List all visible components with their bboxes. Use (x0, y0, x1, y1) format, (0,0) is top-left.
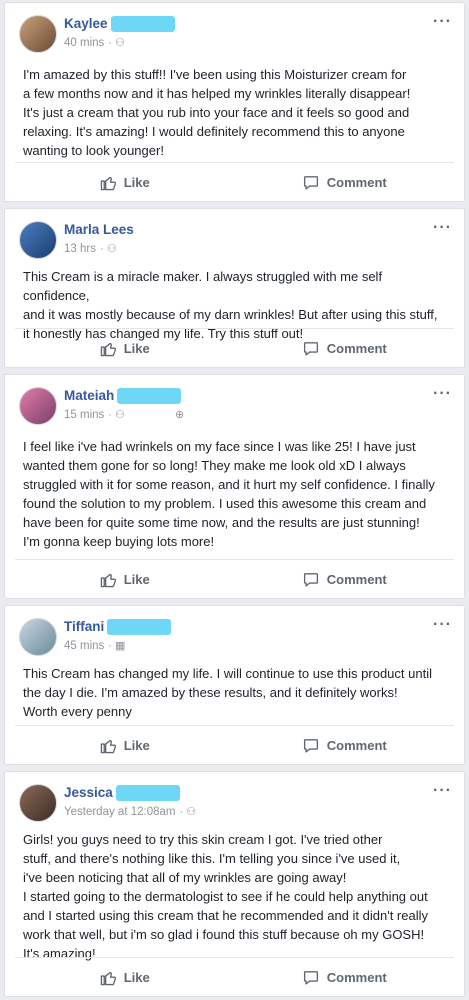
comment-label: Comment (326, 340, 387, 356)
redaction-blur (107, 619, 172, 636)
friends-icon: · ⚇ (99, 243, 117, 255)
post-meta: 45 mins · ▦ (64, 639, 125, 652)
post-time[interactable]: 13 hrs (64, 243, 96, 255)
avatar[interactable] (19, 221, 57, 259)
author-name[interactable]: Marla Lees (64, 222, 134, 237)
action-bar: Like Comment (15, 725, 454, 764)
like-label: Like (123, 571, 150, 587)
globe-icon: ⊕ (175, 409, 185, 421)
post-card: Marla Lees 13 hrs · ⚇ ··· This Cream is a… (4, 208, 465, 368)
post-meta: 40 mins · ⚇ (64, 36, 125, 49)
like-button[interactable]: Like (15, 726, 235, 764)
more-options-icon[interactable]: ··· (433, 385, 452, 403)
redaction-blur (115, 785, 180, 802)
post-time[interactable]: 40 mins (64, 37, 104, 49)
post-body: Girls! you guys need to try this skin cr… (23, 830, 450, 963)
post-body: I'm amazed by this stuff!! I've been usi… (23, 65, 450, 160)
friends-icon: · ⚇ (108, 37, 125, 49)
more-options-icon[interactable]: ··· (433, 782, 452, 800)
post-text: I feel like i've had wrinkels on my face… (23, 439, 435, 549)
comment-button[interactable]: Comment (235, 329, 455, 367)
like-button[interactable]: Like (15, 163, 235, 201)
like-label: Like (123, 737, 150, 753)
post-meta: Yesterday at 12:08am · ⚇ (64, 805, 196, 818)
avatar[interactable] (19, 784, 57, 822)
post-time[interactable]: Yesterday at 12:08am (64, 806, 175, 818)
friends-icon: · ⚇ (108, 409, 125, 421)
post-card: Tiffani 45 mins · ▦ ··· This Cream has ch… (4, 605, 465, 765)
calendar-icon: · ▦ (108, 640, 126, 652)
comment-button[interactable]: Comment (235, 560, 455, 598)
comment-button[interactable]: Comment (235, 726, 455, 764)
thumbs-up-icon (100, 739, 116, 753)
post-time[interactable]: 15 mins (64, 409, 104, 421)
post-time[interactable]: 45 mins (64, 640, 104, 652)
redaction-blur (117, 388, 182, 405)
comment-label: Comment (326, 174, 387, 190)
action-bar: Like Comment (15, 162, 454, 201)
post-text: I'm amazed by this stuff!! I've been usi… (23, 67, 411, 158)
thumbs-up-icon (100, 573, 116, 587)
more-options-icon[interactable]: ··· (433, 616, 452, 634)
like-label: Like (123, 174, 150, 190)
post-body: I feel like i've had wrinkels on my face… (23, 437, 450, 551)
more-options-icon[interactable]: ··· (433, 219, 452, 237)
author-name[interactable]: Mateiah (64, 388, 182, 405)
like-button[interactable]: Like (15, 560, 235, 598)
post-meta: 15 mins · ⚇ (64, 408, 125, 421)
avatar[interactable] (19, 15, 57, 53)
comment-icon (303, 738, 318, 753)
author-name[interactable]: Kaylee (64, 16, 175, 33)
action-bar: Like Comment (15, 957, 454, 996)
like-label: Like (123, 340, 150, 356)
post-text: This Cream has changed my life. I will c… (23, 666, 432, 719)
comment-icon (303, 970, 318, 985)
post-card: Jessica Yesterday at 12:08am · ⚇ ··· Girl… (4, 771, 465, 997)
comment-button[interactable]: Comment (235, 163, 455, 201)
comment-button[interactable]: Comment (235, 958, 455, 996)
post-body: This Cream has changed my life. I will c… (23, 664, 450, 721)
avatar[interactable] (19, 618, 57, 656)
thumbs-up-icon (100, 176, 116, 190)
author-name[interactable]: Tiffani (64, 619, 172, 636)
thumbs-up-icon (100, 971, 116, 985)
post-card: Mateiah 15 mins · ⚇ ⊕ ··· I feel like i'v… (4, 374, 465, 599)
redaction-blur (110, 16, 175, 33)
post-card: Kaylee 40 mins · ⚇ ··· I'm amazed by this… (4, 2, 465, 202)
author-name[interactable]: Jessica (64, 785, 180, 802)
action-bar: Like Comment (15, 559, 454, 598)
comment-icon (303, 175, 318, 190)
more-options-icon[interactable]: ··· (433, 13, 452, 31)
action-bar: Like Comment (15, 328, 454, 367)
like-button[interactable]: Like (15, 958, 235, 996)
comment-label: Comment (326, 969, 387, 985)
like-label: Like (123, 969, 150, 985)
friends-icon: · ⚇ (179, 806, 197, 818)
post-text: Girls! you guys need to try this skin cr… (23, 832, 428, 961)
comment-icon (303, 572, 318, 587)
comment-label: Comment (326, 571, 387, 587)
avatar[interactable] (19, 387, 57, 425)
like-button[interactable]: Like (15, 329, 235, 367)
post-meta: 13 hrs · ⚇ (64, 242, 117, 255)
thumbs-up-icon (100, 342, 116, 356)
comment-label: Comment (326, 737, 387, 753)
comment-icon (303, 341, 318, 356)
